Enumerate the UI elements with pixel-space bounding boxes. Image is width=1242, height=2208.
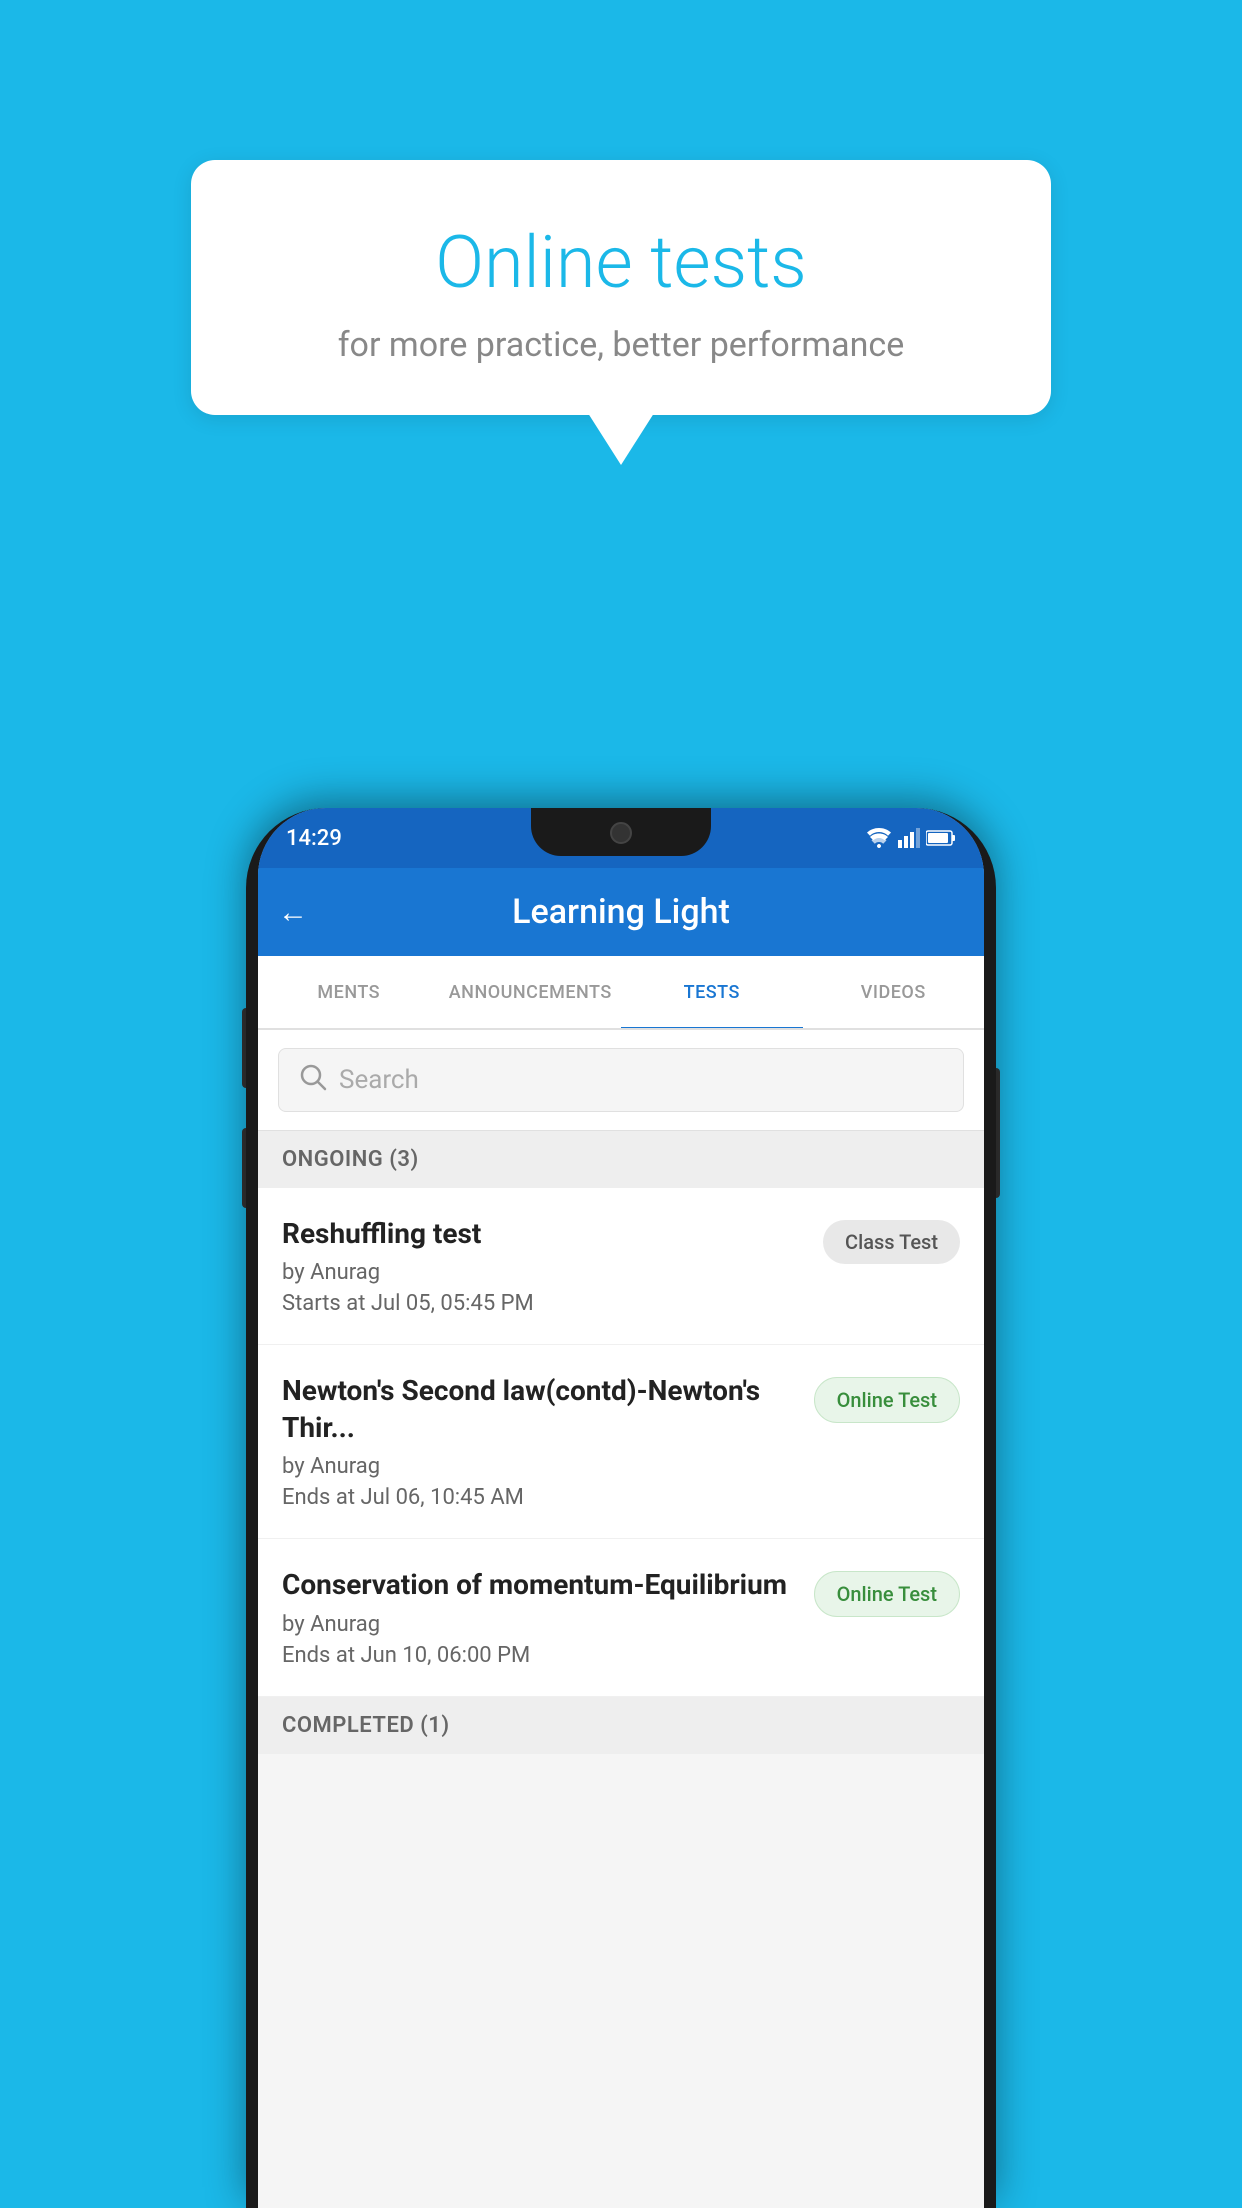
test-name: Reshuffling test: [282, 1216, 807, 1252]
test-name: Newton's Second law(contd)-Newton's Thir…: [282, 1373, 798, 1446]
tabs-container: MENTS ANNOUNCEMENTS TESTS VIDEOS: [258, 956, 984, 1030]
test-badge-online: Online Test: [814, 1377, 960, 1423]
completed-section-title: COMPLETED (1): [282, 1713, 450, 1738]
status-icons: [866, 828, 956, 848]
ongoing-section-header: ONGOING (3): [258, 1131, 984, 1188]
test-item[interactable]: Conservation of momentum-Equilibrium by …: [258, 1539, 984, 1696]
bubble-title: Online tests: [271, 220, 971, 305]
test-badge-class: Class Test: [823, 1220, 960, 1264]
search-input-placeholder[interactable]: Search: [339, 1065, 419, 1095]
toolbar: ← Learning Light: [258, 868, 984, 956]
search-container: Search: [258, 1030, 984, 1131]
bubble-subtitle: for more practice, better performance: [271, 325, 971, 365]
test-item[interactable]: Reshuffling test by Anurag Starts at Jul…: [258, 1188, 984, 1345]
test-author: by Anurag: [282, 1454, 798, 1479]
test-date: Ends at Jun 10, 06:00 PM: [282, 1643, 798, 1668]
front-camera: [610, 822, 632, 844]
speech-bubble: Online tests for more practice, better p…: [191, 160, 1051, 415]
search-icon: [299, 1063, 327, 1098]
phone-frame: 14:29: [246, 808, 996, 2208]
test-list: Reshuffling test by Anurag Starts at Jul…: [258, 1188, 984, 1697]
completed-section-header: COMPLETED (1): [258, 1697, 984, 1754]
app-title: Learning Light: [328, 892, 914, 932]
phone-notch: [531, 808, 711, 856]
status-time: 14:29: [286, 826, 342, 851]
test-info: Reshuffling test by Anurag Starts at Jul…: [282, 1216, 807, 1316]
test-date: Ends at Jul 06, 10:45 AM: [282, 1485, 798, 1510]
test-author: by Anurag: [282, 1260, 807, 1285]
test-date: Starts at Jul 05, 05:45 PM: [282, 1291, 807, 1316]
back-button[interactable]: ←: [278, 895, 308, 930]
test-name: Conservation of momentum-Equilibrium: [282, 1567, 798, 1603]
app-content: 14:29: [258, 808, 984, 2208]
tab-announcements[interactable]: ANNOUNCEMENTS: [440, 956, 622, 1028]
signal-icon: [898, 828, 920, 848]
test-info: Conservation of momentum-Equilibrium by …: [282, 1567, 798, 1667]
app-inner: 14:29: [258, 808, 984, 2208]
test-item[interactable]: Newton's Second law(contd)-Newton's Thir…: [258, 1345, 984, 1539]
tab-tests[interactable]: TESTS: [621, 956, 803, 1028]
wifi-icon: [866, 828, 892, 848]
test-author: by Anurag: [282, 1612, 798, 1637]
test-info: Newton's Second law(contd)-Newton's Thir…: [282, 1373, 798, 1510]
search-bar[interactable]: Search: [278, 1048, 964, 1112]
ongoing-section-title: ONGOING (3): [282, 1147, 419, 1172]
tab-videos[interactable]: VIDEOS: [803, 956, 985, 1028]
tab-ments[interactable]: MENTS: [258, 956, 440, 1028]
speech-bubble-container: Online tests for more practice, better p…: [191, 160, 1051, 415]
test-badge-online: Online Test: [814, 1571, 960, 1617]
battery-icon: [926, 829, 956, 847]
phone-wrapper: 14:29: [246, 808, 996, 2208]
